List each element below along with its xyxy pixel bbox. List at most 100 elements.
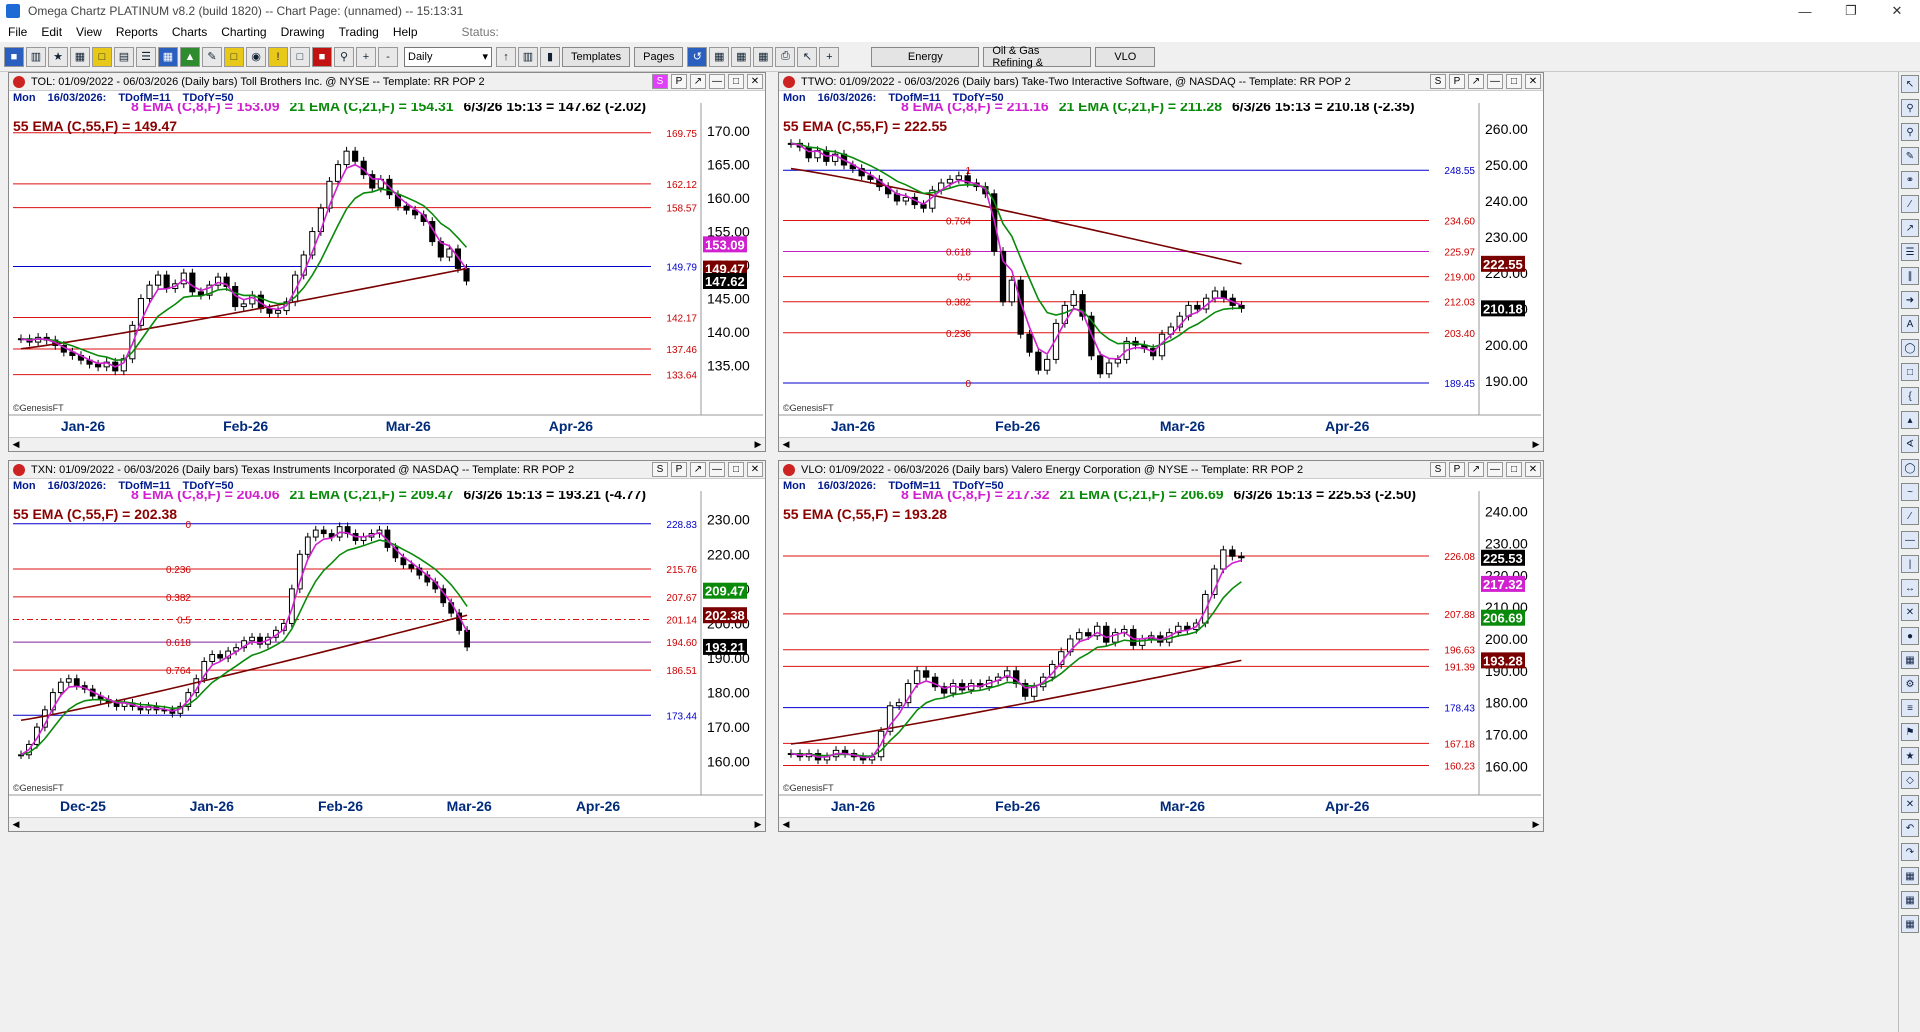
s-button[interactable]: S	[652, 74, 668, 89]
horizontal-scrollbar[interactable]: ◀ ▶	[779, 437, 1543, 451]
paste-tool-icon[interactable]: ▦	[1901, 915, 1919, 933]
stop-icon[interactable]: ■	[312, 46, 332, 67]
horizontal-scrollbar[interactable]: ◀ ▶	[9, 437, 765, 451]
price-chart[interactable]: 240.00230.00220.00210.00200.00190.00180.…	[779, 491, 1541, 817]
zoom-out-icon[interactable]: -	[378, 46, 398, 67]
price-chart[interactable]: 230.00220.00210.00200.00190.00180.00170.…	[9, 491, 763, 817]
tile2-icon[interactable]: ▦	[731, 46, 752, 67]
ruler-tool-icon[interactable]: ≡	[1901, 699, 1919, 717]
pages-button[interactable]: Pages	[634, 46, 684, 67]
layout-icon[interactable]: ▤	[114, 46, 134, 67]
scroll-right-icon[interactable]: ▶	[751, 438, 765, 451]
cursor-icon[interactable]: ↖	[797, 46, 818, 67]
tab-vlo[interactable]: VLO	[1095, 46, 1156, 67]
close-icon[interactable]: ✕	[1874, 0, 1920, 22]
detach-icon[interactable]: ↗	[1468, 74, 1484, 89]
price-chart[interactable]: 170.00165.00160.00155.00150.00145.00140.…	[9, 103, 763, 437]
chart-panel-tol[interactable]: TOL: 01/09/2022 - 06/03/2026 (Daily bars…	[8, 72, 766, 452]
trend-tool-icon[interactable]: ∕	[1901, 507, 1919, 525]
menu-charts[interactable]: Charts	[172, 25, 207, 39]
crosshair-icon[interactable]: +	[819, 46, 840, 67]
p-button[interactable]: P	[1449, 74, 1465, 89]
period-select[interactable]: Daily ▾	[404, 46, 492, 67]
bar-type-icon[interactable]: ▥	[518, 46, 538, 67]
detach-icon[interactable]: ↗	[690, 74, 706, 89]
star-tool-icon[interactable]: ★	[1901, 747, 1919, 765]
zoom-in-icon[interactable]: +	[356, 46, 376, 67]
detach-icon[interactable]: ↗	[690, 462, 706, 477]
s-button[interactable]: S	[1430, 74, 1446, 89]
grid-icon[interactable]: ▦	[70, 46, 90, 67]
arrow-tool-icon[interactable]: ➜	[1901, 291, 1919, 309]
folder-icon[interactable]: □	[92, 46, 112, 67]
sync-icon[interactable]: ↺	[687, 46, 708, 67]
ray-tool-icon[interactable]: ↗	[1901, 219, 1919, 237]
chat-icon[interactable]: □	[290, 46, 310, 67]
brace-tool-icon[interactable]: {	[1901, 387, 1919, 405]
cycle-tool-icon[interactable]: ◯	[1901, 459, 1919, 477]
close-icon[interactable]: ✕	[747, 462, 763, 477]
minimize-icon[interactable]: —	[1487, 462, 1503, 477]
rect-tool-icon[interactable]: □	[1901, 363, 1919, 381]
maximize-icon[interactable]: □	[728, 462, 744, 477]
candle-icon[interactable]: ▮	[540, 46, 560, 67]
line-tool-icon[interactable]: ∕	[1901, 195, 1919, 213]
erase-tool-icon[interactable]: ✕	[1901, 603, 1919, 621]
pitchfork-tool-icon[interactable]: ▴	[1901, 411, 1919, 429]
chart-panel-vlo[interactable]: VLO: 01/09/2022 - 06/03/2026 (Daily bars…	[778, 460, 1544, 832]
horizontal-scrollbar[interactable]: ◀ ▶	[9, 817, 765, 831]
fib-tool-icon[interactable]: ☰	[1901, 243, 1919, 261]
vline-tool-icon[interactable]: |	[1901, 555, 1919, 573]
scroll-right-icon[interactable]: ▶	[1529, 818, 1543, 831]
chart-panel-txn[interactable]: TXN: 01/09/2022 - 06/03/2026 (Daily bars…	[8, 460, 766, 832]
zoom-tool-icon[interactable]: ⚲	[1901, 99, 1919, 117]
bars-icon[interactable]: ▥	[26, 46, 46, 67]
lock-tool-icon[interactable]: ●	[1901, 627, 1919, 645]
print-icon[interactable]: ⎙	[775, 46, 796, 67]
scroll-left-icon[interactable]: ◀	[779, 438, 793, 451]
chart-icon[interactable]: ■	[4, 46, 24, 67]
p-button[interactable]: P	[671, 462, 687, 477]
maximize-icon[interactable]: □	[1506, 74, 1522, 89]
templates-button[interactable]: Templates	[562, 46, 631, 67]
pencil-icon[interactable]: ✎	[202, 46, 222, 67]
scroll-left-icon[interactable]: ◀	[9, 438, 23, 451]
wizard-icon[interactable]: ★	[48, 46, 68, 67]
ellipse-tool-icon[interactable]: ◯	[1901, 339, 1919, 357]
minimize-icon[interactable]: —	[1487, 74, 1503, 89]
price-chart[interactable]: 260.00250.00240.00230.00220.00210.00200.…	[779, 103, 1541, 437]
menu-charting[interactable]: Charting	[221, 25, 266, 39]
menu-edit[interactable]: Edit	[41, 25, 62, 39]
minimize-icon[interactable]: —	[709, 74, 725, 89]
magnet-tool-icon[interactable]: ⚭	[1901, 171, 1919, 189]
text-tool-icon[interactable]: A	[1901, 315, 1919, 333]
paint-tool-icon[interactable]: ✎	[1901, 147, 1919, 165]
menu-drawing[interactable]: Drawing	[281, 25, 325, 39]
maximize-icon[interactable]: □	[728, 74, 744, 89]
wave-tool-icon[interactable]: ~	[1901, 483, 1919, 501]
channel-tool-icon[interactable]: ∥	[1901, 267, 1919, 285]
eye-icon[interactable]: ◉	[246, 46, 266, 67]
tile-icon[interactable]: ▦	[709, 46, 730, 67]
restore-icon[interactable]: ❐	[1828, 0, 1874, 22]
scroll-left-icon[interactable]: ◀	[9, 818, 23, 831]
p-button[interactable]: P	[1449, 462, 1465, 477]
close-icon[interactable]: ✕	[1525, 74, 1541, 89]
close-icon[interactable]: ✕	[747, 74, 763, 89]
clone-tool-icon[interactable]: ▦	[1901, 867, 1919, 885]
tab-energy[interactable]: Energy	[871, 46, 980, 67]
s-button[interactable]: S	[652, 462, 668, 477]
car-icon[interactable]: ▲	[180, 46, 200, 67]
delete-tool-icon[interactable]: ✕	[1901, 795, 1919, 813]
note-icon[interactable]: □	[224, 46, 244, 67]
menu-trading[interactable]: Trading	[339, 25, 379, 39]
p-button[interactable]: P	[671, 74, 687, 89]
cursor-tool-icon[interactable]: ↖	[1901, 75, 1919, 93]
copy-tool-icon[interactable]: ▦	[1901, 891, 1919, 909]
list-icon[interactable]: ☰	[136, 46, 156, 67]
menu-help[interactable]: Help	[393, 25, 418, 39]
maximize-icon[interactable]: □	[1506, 462, 1522, 477]
menu-reports[interactable]: Reports	[116, 25, 158, 39]
menu-file[interactable]: File	[8, 25, 27, 39]
settings-tool-icon[interactable]: ⚙	[1901, 675, 1919, 693]
